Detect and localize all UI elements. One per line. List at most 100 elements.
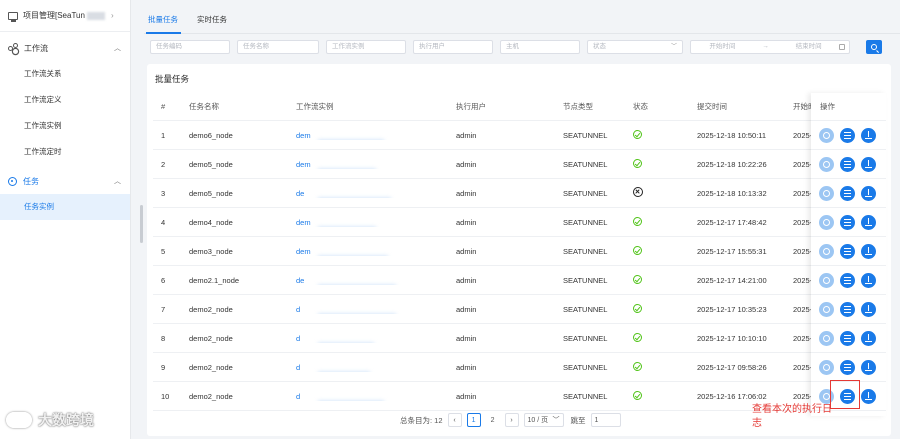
sidebar-scrollbar[interactable] — [140, 205, 143, 243]
cell-node-type: SEATUNNEL — [563, 188, 608, 198]
download-log-button[interactable] — [861, 272, 876, 288]
workflow-instance-link[interactable]: dem字段-同 — [296, 131, 456, 140]
date-range-picker[interactable]: 开始时间 → 结束时间 — [690, 40, 850, 54]
status-select[interactable]: 状态 ﹀ — [587, 40, 683, 54]
workflow-instance-link[interactable]: d集-物理删除 + 大 — [296, 334, 456, 343]
sidebar-item-workflow-instance[interactable]: 工作流实例 — [0, 113, 130, 139]
download-log-button[interactable] — [861, 330, 876, 346]
exec-user-input[interactable]: 执行用户 — [413, 40, 493, 54]
table-row: 9 demo2_node d采集-物理删除 + 大admin SEATUNNEL 202… — [153, 353, 886, 382]
cell-submit-time: 2025-12-17 15:55:31 — [697, 246, 767, 256]
workflow-instance-link[interactable]: dem-自增字段 — [296, 218, 456, 227]
view-log-button[interactable] — [840, 214, 855, 230]
jump-page-input[interactable]: 1 — [590, 413, 621, 427]
workflow-instance-link[interactable]: de(1段) — [296, 276, 456, 285]
sidebar-item-workflow-timing[interactable]: 工作流定时 — [0, 139, 130, 165]
instance-text-head: d — [296, 391, 301, 401]
success-icon — [633, 303, 642, 313]
table-row: 4 demo4_node dem-自增字段admin SEATUNNEL 2025-12… — [153, 208, 886, 237]
instance-text-head: dem — [296, 217, 311, 227]
workflow-instance-link[interactable]: d理删除 + 大 — [296, 305, 456, 314]
cell-node-type: SEATUNNEL — [563, 275, 608, 285]
cell-exec-user: admin — [456, 333, 477, 343]
chevron-up-icon: ︿ — [114, 178, 121, 185]
prev-page-button[interactable]: ‹ — [447, 413, 462, 427]
instance-text-head: de — [296, 188, 305, 198]
view-log-button[interactable] — [840, 127, 855, 143]
download-log-button[interactable] — [861, 214, 876, 230]
rerun-button[interactable] — [819, 214, 834, 230]
sidebar-item-workflow-relation[interactable]: 工作流关系 — [0, 61, 130, 87]
cell-submit-time: 2025-12-16 17:06:02 — [697, 391, 767, 401]
page-size-value: 10 / 页 — [527, 417, 549, 424]
rerun-button[interactable] — [819, 272, 834, 288]
search-button[interactable] — [866, 40, 882, 54]
failed-icon — [633, 187, 643, 197]
rerun-button[interactable] — [819, 185, 834, 201]
view-log-button[interactable] — [840, 243, 855, 259]
download-log-button[interactable] — [861, 243, 876, 259]
download-log-button[interactable] — [861, 301, 876, 317]
view-log-button[interactable] — [840, 185, 855, 201]
watermark-text: 大数跨境 — [38, 412, 94, 428]
calendar-icon — [839, 44, 845, 50]
view-log-button[interactable] — [840, 272, 855, 288]
main-content: 批量任务 实时任务 任务编码 任务名称 工作流实例 执行用户 主机 状态 ﹀ 开… — [144, 0, 900, 439]
rerun-button[interactable] — [819, 330, 834, 346]
cell-task-name: demo4_node — [189, 217, 233, 227]
ops-column: 操作 — [811, 93, 886, 416]
view-log-button[interactable] — [840, 301, 855, 317]
project-switcher[interactable]: 项目管理[SeaTun › — [0, 0, 130, 32]
watermark-logo — [6, 412, 32, 428]
download-log-button[interactable] — [861, 156, 876, 172]
col-index: # — [161, 102, 166, 111]
search-icon — [871, 44, 877, 50]
rerun-button[interactable] — [819, 156, 834, 172]
page-2-button[interactable]: 2 — [485, 413, 500, 427]
filter-bar: 任务编码 任务名称 工作流实例 执行用户 主机 状态 ﹀ 开始时间 → 结束时间 — [150, 40, 890, 54]
page-1-button[interactable]: 1 — [466, 413, 481, 427]
workflow-instance-link[interactable]: dem日增字段-同 — [296, 160, 456, 169]
workflow-instance-input[interactable]: 工作流实例 — [326, 40, 406, 54]
menu-group-task[interactable]: 任务 ︿ — [0, 168, 130, 194]
page-size-select[interactable]: 10 / 页 ﹀ — [523, 413, 564, 427]
tab-batch-tasks[interactable]: 批量任务 — [146, 14, 185, 34]
task-name-input[interactable]: 任务名称 — [237, 40, 319, 54]
success-icon — [633, 361, 642, 371]
rerun-button[interactable] — [819, 301, 834, 317]
view-log-button[interactable] — [840, 156, 855, 172]
sidebar-item-task-instance[interactable]: 任务实例 — [0, 194, 130, 220]
ops-row — [811, 208, 886, 237]
download-log-button[interactable] — [861, 359, 876, 375]
chevron-up-icon: ︿ — [114, 45, 121, 52]
download-log-button[interactable] — [861, 127, 876, 143]
cell-submit-time: 2025-12-17 14:21:00 — [697, 275, 767, 285]
rerun-button[interactable] — [819, 127, 834, 143]
download-log-button[interactable] — [861, 388, 876, 404]
workflow-instance-link[interactable]: d物理删除 + 大 — [296, 392, 456, 401]
menu-group-workflow[interactable]: 工作流 ︿ — [0, 35, 130, 61]
workflow-instance-link[interactable]: d采集-物理删除 + 大 — [296, 363, 456, 372]
ops-row — [811, 266, 886, 295]
cell-status — [633, 187, 697, 199]
instance-text-head: dem — [296, 130, 311, 140]
end-time-placeholder: 结束时间 — [795, 43, 822, 50]
rerun-button[interactable] — [819, 243, 834, 259]
host-input[interactable]: 主机 — [500, 40, 580, 54]
view-log-button[interactable] — [840, 330, 855, 346]
cell-index: 10 — [161, 391, 170, 401]
sidebar-item-workflow-definition[interactable]: 工作流定义 — [0, 87, 130, 113]
workflow-instance-link[interactable]: de增字段-同 — [296, 189, 456, 198]
table-body: 1demo6_nodedem字段-同adminSEATUNNEL2025-12-… — [153, 121, 886, 411]
workflow-instance-link[interactable]: dem(关闭) -20 — [296, 247, 456, 256]
rerun-button[interactable] — [819, 359, 834, 375]
download-log-button[interactable] — [861, 185, 876, 201]
task-code-input[interactable]: 任务编码 — [150, 40, 230, 54]
table-row: 6 demo2.1_node de(1段)admin SEATUNNEL 2025-12… — [153, 266, 886, 295]
next-page-button[interactable]: › — [504, 413, 519, 427]
instance-text-head: d — [296, 304, 301, 314]
cell-node-type: SEATUNNEL — [563, 246, 608, 256]
cell-exec-user: admin — [456, 188, 477, 198]
tab-realtime-tasks[interactable]: 实时任务 — [195, 14, 234, 33]
view-log-button[interactable] — [840, 359, 855, 375]
